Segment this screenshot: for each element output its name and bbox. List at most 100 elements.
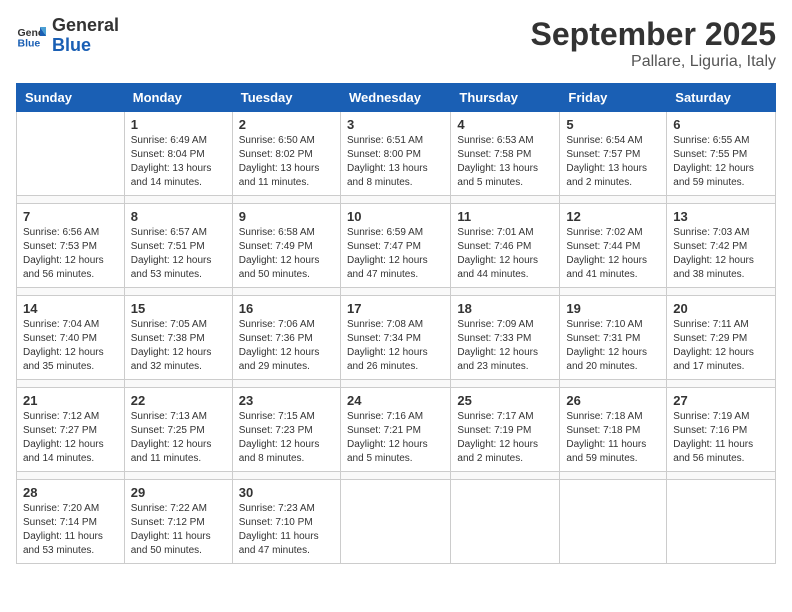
calendar-cell: 3 Sunrise: 6:51 AM Sunset: 8:00 PM Daylig… [340, 112, 450, 196]
day-info: Sunrise: 6:59 AM Sunset: 7:47 PM Dayligh… [347, 226, 444, 282]
week-separator-cell [340, 288, 450, 296]
day-info: Sunrise: 7:18 AM Sunset: 7:18 PM Dayligh… [566, 410, 660, 466]
day-number: 11 [457, 209, 553, 224]
day-info: Sunrise: 7:04 AM Sunset: 7:40 PM Dayligh… [23, 318, 118, 374]
week-separator-cell [232, 196, 340, 204]
weekday-header-sunday: Sunday [17, 84, 125, 112]
calendar-cell: 21 Sunrise: 7:12 AM Sunset: 7:27 PM Dayli… [17, 388, 125, 472]
day-number: 12 [566, 209, 660, 224]
week-separator-cell [232, 288, 340, 296]
day-info: Sunrise: 7:06 AM Sunset: 7:36 PM Dayligh… [239, 318, 334, 374]
day-number: 19 [566, 301, 660, 316]
calendar-cell: 10Sunrise: 6:59 AM Sunset: 7:47 PM Dayli… [340, 204, 450, 288]
calendar-cell: 26 Sunrise: 7:18 AM Sunset: 7:18 PM Dayli… [560, 388, 667, 472]
day-info: Sunrise: 7:12 AM Sunset: 7:27 PM Dayligh… [23, 410, 118, 466]
calendar-cell [667, 480, 776, 564]
calendar-cell: 14 Sunrise: 7:04 AM Sunset: 7:40 PM Dayli… [17, 296, 125, 380]
day-info: Sunrise: 6:53 AM Sunset: 7:58 PM Dayligh… [457, 134, 553, 190]
week-separator-cell [340, 380, 450, 388]
weekday-header-monday: Monday [124, 84, 232, 112]
day-number: 1 [131, 117, 226, 132]
day-info: Sunrise: 6:56 AM Sunset: 7:53 PM Dayligh… [23, 226, 118, 282]
day-number: 24 [347, 393, 444, 408]
calendar-cell: 9 Sunrise: 6:58 AM Sunset: 7:49 PM Daylig… [232, 204, 340, 288]
week-separator-cell [560, 196, 667, 204]
week-separator-row [17, 288, 776, 296]
day-info: Sunrise: 7:19 AM Sunset: 7:16 PM Dayligh… [673, 410, 769, 466]
day-info: Sunrise: 6:49 AM Sunset: 8:04 PM Dayligh… [131, 134, 226, 190]
calendar-cell: 15Sunrise: 7:05 AM Sunset: 7:38 PM Dayli… [124, 296, 232, 380]
calendar-cell: 23Sunrise: 7:15 AM Sunset: 7:23 PM Dayli… [232, 388, 340, 472]
week-separator-cell [232, 380, 340, 388]
calendar-cell: 4 Sunrise: 6:53 AM Sunset: 7:58 PM Daylig… [451, 112, 560, 196]
logo-blue-text: Blue [52, 36, 119, 56]
weekday-header-saturday: Saturday [667, 84, 776, 112]
week-separator-row [17, 196, 776, 204]
weekday-header-row: SundayMondayTuesdayWednesdayThursdayFrid… [17, 84, 776, 112]
svg-text:Blue: Blue [18, 37, 41, 49]
week-separator-cell [451, 288, 560, 296]
day-number: 8 [131, 209, 226, 224]
calendar-cell [560, 480, 667, 564]
day-info: Sunrise: 7:01 AM Sunset: 7:46 PM Dayligh… [457, 226, 553, 282]
day-number: 18 [457, 301, 553, 316]
calendar-cell: 11 Sunrise: 7:01 AM Sunset: 7:46 PM Dayli… [451, 204, 560, 288]
day-info: Sunrise: 7:03 AM Sunset: 7:42 PM Dayligh… [673, 226, 769, 282]
day-info: Sunrise: 7:23 AM Sunset: 7:10 PM Dayligh… [239, 502, 334, 558]
week-separator-row [17, 472, 776, 480]
week-separator-cell [232, 472, 340, 480]
month-title: September 2025 [531, 16, 776, 53]
day-number: 21 [23, 393, 118, 408]
week-separator-cell [17, 288, 125, 296]
weekday-header-thursday: Thursday [451, 84, 560, 112]
calendar-week-row: 21 Sunrise: 7:12 AM Sunset: 7:27 PM Dayli… [17, 388, 776, 472]
calendar-cell: 13 Sunrise: 7:03 AM Sunset: 7:42 PM Dayli… [667, 204, 776, 288]
day-info: Sunrise: 7:17 AM Sunset: 7:19 PM Dayligh… [457, 410, 553, 466]
week-separator-cell [340, 472, 450, 480]
day-info: Sunrise: 7:22 AM Sunset: 7:12 PM Dayligh… [131, 502, 226, 558]
day-info: Sunrise: 6:51 AM Sunset: 8:00 PM Dayligh… [347, 134, 444, 190]
day-number: 17 [347, 301, 444, 316]
calendar-cell: 17Sunrise: 7:08 AM Sunset: 7:34 PM Dayli… [340, 296, 450, 380]
location-title: Pallare, Liguria, Italy [531, 53, 776, 71]
calendar-cell: 27Sunrise: 7:19 AM Sunset: 7:16 PM Dayli… [667, 388, 776, 472]
week-separator-cell [451, 472, 560, 480]
day-number: 14 [23, 301, 118, 316]
day-number: 16 [239, 301, 334, 316]
week-separator-cell [667, 196, 776, 204]
week-separator-cell [667, 472, 776, 480]
week-separator-cell [17, 196, 125, 204]
day-info: Sunrise: 6:54 AM Sunset: 7:57 PM Dayligh… [566, 134, 660, 190]
calendar-cell [17, 112, 125, 196]
day-number: 26 [566, 393, 660, 408]
week-separator-row [17, 380, 776, 388]
title-block: September 2025 Pallare, Liguria, Italy [531, 16, 776, 71]
calendar-cell: 5 Sunrise: 6:54 AM Sunset: 7:57 PM Daylig… [560, 112, 667, 196]
day-info: Sunrise: 6:58 AM Sunset: 7:49 PM Dayligh… [239, 226, 334, 282]
logo-general-text: General [52, 16, 119, 36]
day-number: 23 [239, 393, 334, 408]
day-number: 5 [566, 117, 660, 132]
logo-icon: General Blue [16, 21, 46, 51]
day-number: 13 [673, 209, 769, 224]
day-number: 29 [131, 485, 226, 500]
calendar-cell: 2Sunrise: 6:50 AM Sunset: 8:02 PM Daylig… [232, 112, 340, 196]
day-number: 3 [347, 117, 444, 132]
day-number: 22 [131, 393, 226, 408]
calendar-week-row: 14 Sunrise: 7:04 AM Sunset: 7:40 PM Dayli… [17, 296, 776, 380]
week-separator-cell [560, 380, 667, 388]
day-number: 28 [23, 485, 118, 500]
calendar-cell: 12Sunrise: 7:02 AM Sunset: 7:44 PM Dayli… [560, 204, 667, 288]
calendar-cell: 22Sunrise: 7:13 AM Sunset: 7:25 PM Dayli… [124, 388, 232, 472]
week-separator-cell [667, 380, 776, 388]
day-number: 15 [131, 301, 226, 316]
week-separator-cell [451, 196, 560, 204]
calendar-cell [340, 480, 450, 564]
day-number: 6 [673, 117, 769, 132]
week-separator-cell [17, 380, 125, 388]
day-number: 2 [239, 117, 334, 132]
day-info: Sunrise: 7:16 AM Sunset: 7:21 PM Dayligh… [347, 410, 444, 466]
day-number: 7 [23, 209, 118, 224]
day-number: 9 [239, 209, 334, 224]
day-number: 4 [457, 117, 553, 132]
